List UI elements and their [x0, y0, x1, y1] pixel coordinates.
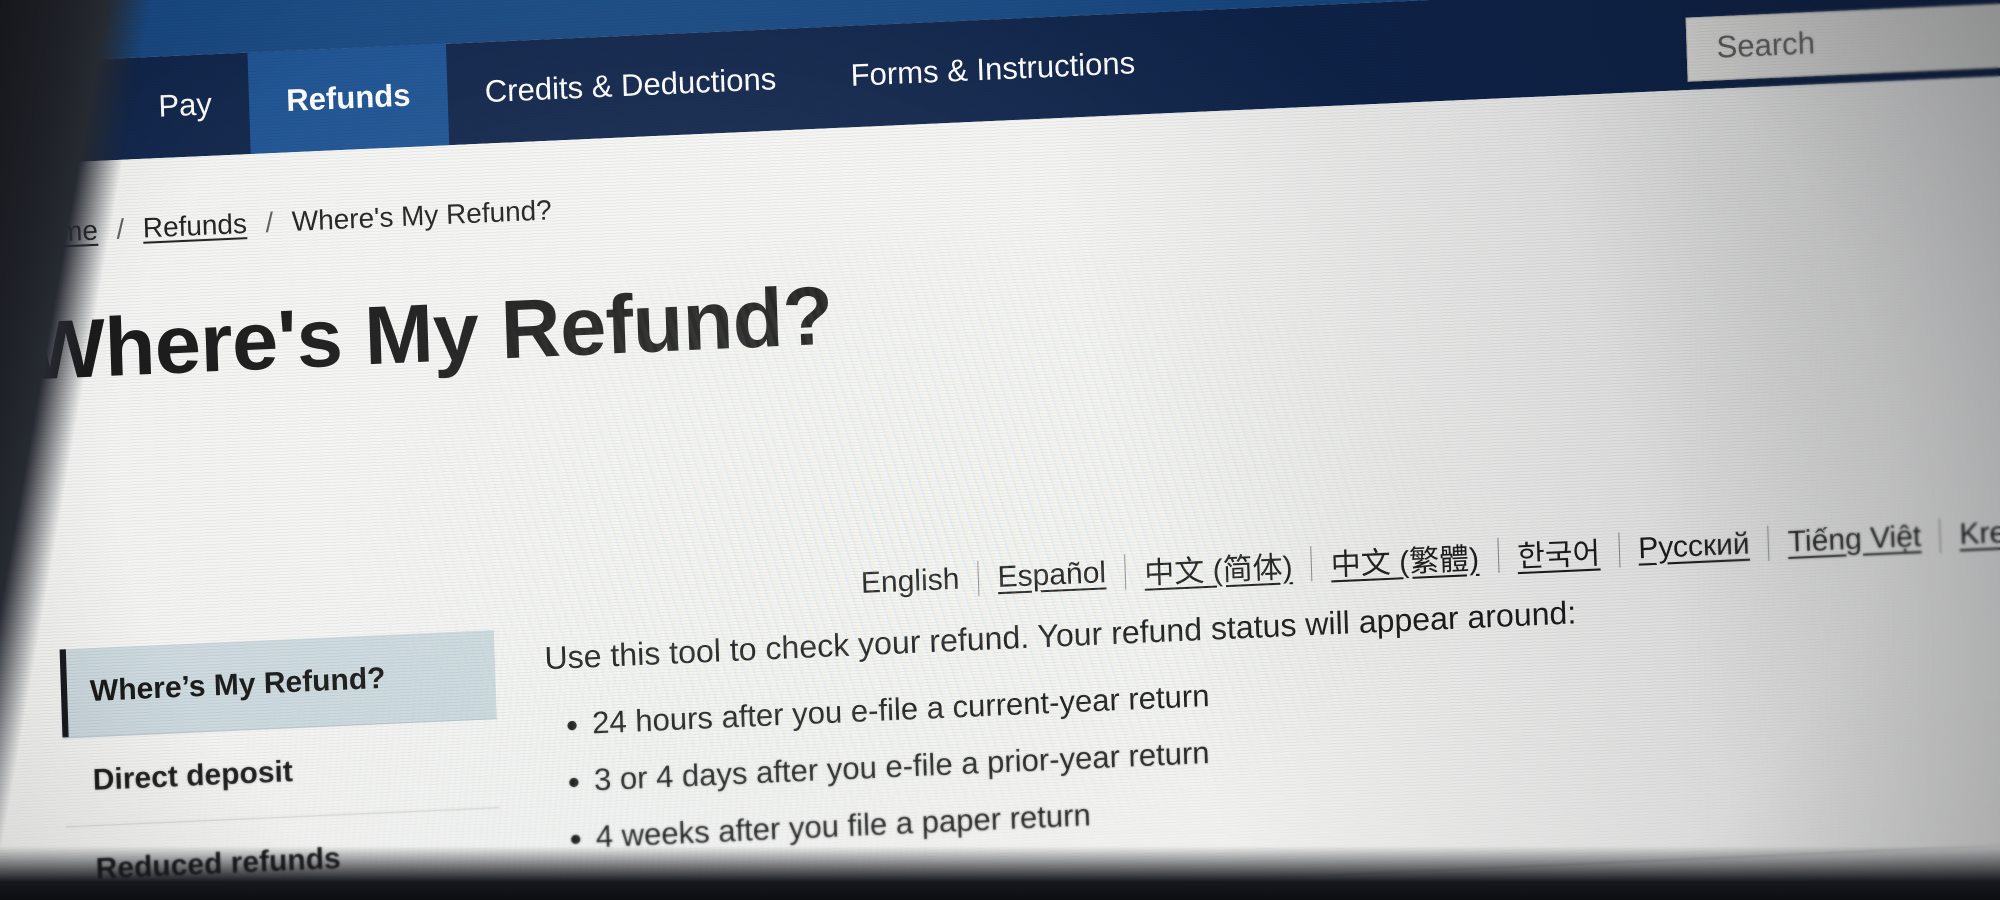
- search-input[interactable]: [1713, 11, 2000, 68]
- language-link-vietnamese[interactable]: Tiếng Việt: [1769, 519, 1941, 561]
- section-sidebar: Where’s My Refund? Direct deposit Reduce…: [59, 630, 506, 900]
- language-link-espanol[interactable]: Español: [978, 555, 1125, 596]
- content-columns: Where’s My Refund? Direct deposit Reduce…: [0, 555, 2000, 900]
- breadcrumb-item-home[interactable]: Home: [23, 215, 99, 250]
- language-link-chinese-traditional[interactable]: 中文 (繁體): [1311, 534, 1498, 586]
- photo-of-screen: Help News English: [0, 0, 2000, 900]
- language-link-russian[interactable]: Pусский: [1619, 526, 1769, 567]
- nav-item-refunds[interactable]: Refunds: [247, 43, 450, 155]
- breadcrumb-separator: /: [115, 213, 125, 245]
- nav-item-forms-instructions[interactable]: Forms & Instructions: [812, 12, 1174, 129]
- main-content: Use this tool to check your refund. Your…: [544, 555, 2000, 900]
- language-link-korean[interactable]: 한국어: [1498, 528, 1619, 577]
- breadcrumb-separator: /: [264, 206, 274, 239]
- language-link-chinese-simplified[interactable]: 中文 (简体): [1125, 542, 1312, 594]
- card-heading: Check your refund: [603, 887, 2000, 900]
- breadcrumb-item-current: Where's My Refund?: [291, 194, 553, 238]
- language-link-haitian-creole[interactable]: Kreyòl ay: [1940, 511, 2000, 552]
- language-current: English: [860, 562, 960, 600]
- nav-item-pay[interactable]: Pay: [120, 53, 251, 160]
- irs-website: Help News English: [0, 0, 2000, 900]
- page-body: Home / Refunds / Where's My Refund? Wher…: [0, 68, 2000, 900]
- nav-item-credits-deductions[interactable]: Credits & Deductions: [446, 28, 815, 146]
- screen-content-wrapper: Help News English: [0, 0, 2000, 900]
- breadcrumb-item-refunds[interactable]: Refunds: [142, 208, 247, 245]
- nav-item-file[interactable]: File: [0, 58, 123, 165]
